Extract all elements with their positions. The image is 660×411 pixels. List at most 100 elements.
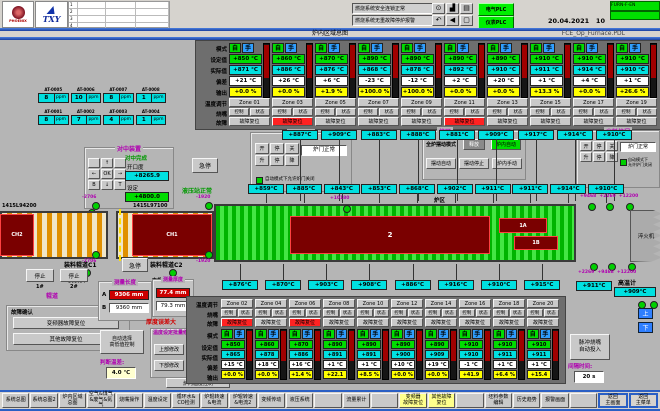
lower-modify-button[interactable]: 下部修改	[154, 360, 184, 371]
door-button[interactable]: 开	[255, 143, 269, 154]
zone-button[interactable]: Zone 20	[527, 299, 559, 308]
control-button[interactable]: 控制	[221, 309, 237, 317]
upper-modify-button[interactable]: 上部修改	[154, 344, 184, 355]
auto-mode-button[interactable]: 自	[573, 43, 585, 53]
auto-mode-button[interactable]: 自	[323, 329, 335, 339]
status-button[interactable]: 状态	[442, 309, 458, 317]
door-button[interactable]: 关	[285, 143, 299, 154]
auto-mode-button[interactable]: 自	[391, 329, 403, 339]
nav-button[interactable]: 烧嘴操作	[116, 393, 143, 408]
door-button[interactable]: 关	[606, 141, 618, 151]
fault-reset-button[interactable]: 故障复位	[221, 318, 253, 327]
nav-button[interactable]: 返回 主菜单	[629, 393, 658, 408]
nav-button[interactable]: 变频传动	[258, 393, 285, 408]
manual-mode-button[interactable]: 手	[506, 329, 518, 339]
auto-mode-button[interactable]: 自	[289, 329, 301, 339]
door-button[interactable]: 停	[593, 152, 605, 162]
control-button[interactable]: 控制	[315, 108, 335, 116]
auto-mode-button[interactable]: 自	[315, 43, 327, 53]
status-button[interactable]: 状态	[293, 108, 313, 116]
stop-button-1[interactable]: 停止	[26, 269, 54, 282]
manual-mode-button[interactable]: 手	[414, 43, 426, 53]
nav-button[interactable]: 空气&煤气 &废气&氮气	[87, 393, 114, 408]
status-button[interactable]: 状态	[637, 108, 657, 116]
auto-mode-button[interactable]: 自	[358, 43, 370, 53]
control-button[interactable]: 控制	[272, 108, 292, 116]
control-button[interactable]: 控制	[616, 108, 636, 116]
speaker-icon[interactable]: ◀	[446, 15, 459, 26]
door-button[interactable]: 降	[285, 155, 299, 166]
auto-mode-button[interactable]: 自	[527, 329, 539, 339]
door-button[interactable]: 停	[270, 155, 284, 166]
zone-button[interactable]: Zone 08	[323, 299, 355, 308]
nav-button[interactable]: 炉辊转速 &电流2	[229, 393, 256, 408]
zone-button[interactable]: Zone 18	[493, 299, 525, 308]
status-button[interactable]: 状态	[551, 108, 571, 116]
manual-mode-button[interactable]: 手	[302, 329, 314, 339]
status-button[interactable]: 状态	[594, 108, 614, 116]
status-button[interactable]: 状态	[508, 108, 528, 116]
manual-mode-button[interactable]: 手	[404, 329, 416, 339]
nav-button[interactable]	[371, 393, 398, 408]
door-button[interactable]: 停	[593, 141, 605, 151]
nav-button[interactable]: 其他故障 复位	[428, 393, 455, 408]
status-button[interactable]: 状态	[379, 108, 399, 116]
control-button[interactable]: 控制	[530, 108, 550, 116]
jog-button[interactable]: OK	[101, 169, 113, 179]
control-button[interactable]: 控制	[401, 108, 421, 116]
fault-reset-button[interactable]: 故障复位	[444, 117, 485, 126]
nav-button[interactable]: 返回 主画面	[598, 393, 627, 408]
undo-icon[interactable]: ↶	[432, 15, 445, 26]
manual-mode-button[interactable]: 手	[540, 329, 552, 339]
control-button[interactable]: 控制	[527, 309, 543, 317]
door-button[interactable]: 升	[255, 155, 269, 166]
user-icon[interactable]: ▟	[446, 3, 459, 14]
control-button[interactable]: 控制	[323, 309, 339, 317]
manual-mode-button[interactable]: 手	[438, 329, 450, 339]
estop-button-centering[interactable]: 急停	[192, 158, 218, 173]
control-button[interactable]: 控制	[425, 309, 441, 317]
control-button[interactable]: 控制	[255, 309, 271, 317]
fault-reset-button[interactable]: 故障复位	[425, 318, 457, 327]
control-button[interactable]: 控制	[573, 108, 593, 116]
door-button[interactable]: 降	[606, 152, 618, 162]
zone-button[interactable]: Zone 10	[357, 299, 389, 308]
auto-mode-button[interactable]: 自	[255, 329, 267, 339]
status-button[interactable]: 状态	[465, 108, 485, 116]
jog-button[interactable]: ↑	[101, 158, 113, 168]
control-button[interactable]: 控制	[289, 309, 305, 317]
door-up-button[interactable]: 上	[638, 308, 653, 319]
zone-button[interactable]: Zone 07	[358, 98, 399, 107]
status-button[interactable]: 状态	[306, 309, 322, 317]
jog-button[interactable]: ↓	[101, 180, 113, 190]
status-button[interactable]: 状态	[544, 309, 560, 317]
nav-button[interactable]: 炉辊转速 &电流	[201, 393, 228, 408]
status-button[interactable]: 状态	[250, 108, 270, 116]
manual-mode-button[interactable]: 手	[336, 329, 348, 339]
zone-button[interactable]: Zone 19	[616, 98, 657, 107]
zone-button[interactable]: Zone 01	[229, 98, 270, 107]
status-button[interactable]: 状态	[408, 309, 424, 317]
manual-mode-button[interactable]: 手	[543, 43, 555, 53]
jog-button[interactable]: T	[114, 180, 126, 190]
zone-button[interactable]: Zone 05	[315, 98, 356, 107]
jog-button[interactable]: ←	[88, 169, 100, 179]
nav-button[interactable]: 温度设定	[144, 393, 171, 408]
nav-button[interactable]: 流量累计	[343, 393, 370, 408]
fault-reset-button[interactable]: 故障复位	[358, 117, 399, 126]
fault-reset-button[interactable]: 故障复位	[616, 117, 657, 126]
auto-mode-button[interactable]: 自	[425, 329, 437, 339]
status-button[interactable]: 状态	[374, 309, 390, 317]
printer-icon[interactable]: ▤	[460, 3, 473, 14]
fault-reset-button[interactable]: 故障复位	[315, 117, 356, 126]
fault-reset-button[interactable]: 故障复位	[289, 318, 321, 327]
nav-button[interactable]: 炉内区域 总图	[59, 393, 86, 408]
auto-mode-button[interactable]: 自	[530, 43, 542, 53]
fault-reset-button[interactable]: 故障复位	[530, 117, 571, 126]
nav-button[interactable]: 变频器 故障复位	[399, 393, 426, 408]
auto-mode-button[interactable]: 自	[444, 43, 456, 53]
fault-reset-button[interactable]: 故障复位	[391, 318, 423, 327]
fault-reset-button[interactable]: 故障复位	[527, 318, 559, 327]
manual-mode-button[interactable]: 手	[629, 43, 641, 53]
door-button[interactable]: 升	[580, 152, 592, 162]
